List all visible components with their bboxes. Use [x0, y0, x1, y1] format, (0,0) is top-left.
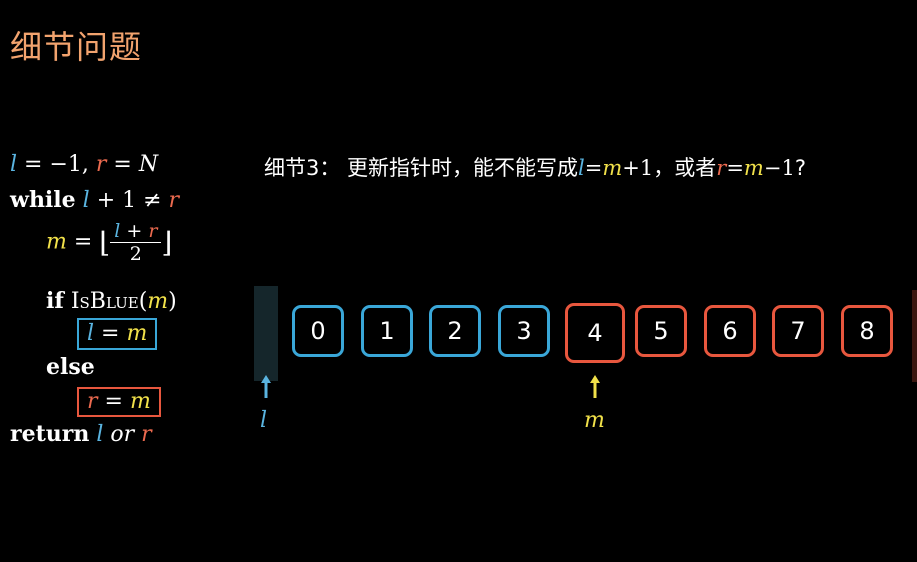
- if-line: if IsBlue(m): [46, 288, 177, 314]
- var-m: m: [46, 229, 67, 255]
- else-line: else: [46, 351, 95, 384]
- mid-line: m = ⌊ l + r 2 ⌋: [46, 220, 172, 265]
- var-l: l: [82, 188, 90, 213]
- var-r: r: [148, 220, 158, 242]
- m-pointer-arrow: [589, 373, 601, 399]
- array-cell-2: 2: [429, 305, 481, 357]
- plus: +: [120, 220, 149, 242]
- fraction-numerator: l + r: [110, 220, 162, 243]
- isblue-function: IsBlue: [70, 289, 139, 314]
- assign-l-line: l = m: [77, 317, 158, 350]
- var-r: r: [95, 152, 107, 177]
- var-r: r: [716, 156, 727, 180]
- var-r: r: [168, 188, 180, 213]
- array-cell-5: 5: [635, 305, 687, 357]
- var-m: m: [126, 321, 148, 346]
- assign-r-line: r = m: [77, 385, 161, 418]
- fraction-denominator: 2: [129, 243, 142, 265]
- if-keyword: if: [46, 288, 64, 314]
- var-l: l: [578, 156, 585, 180]
- init-line: l = −1, r = N: [10, 148, 158, 181]
- question-suffix: ?: [794, 156, 806, 180]
- init-eq1: = −1,: [17, 152, 96, 177]
- mid-fraction: l + r2: [110, 220, 162, 265]
- array-cell-1: 1: [361, 305, 413, 357]
- var-m: m: [129, 389, 151, 414]
- assign-r-box: r = m: [77, 387, 161, 417]
- l-pointer-arrow: [260, 373, 272, 399]
- or-word: or: [103, 422, 142, 447]
- while-line: while l + 1 ≠ r: [10, 184, 179, 217]
- l-pointer-label: l: [260, 408, 268, 433]
- var-m: m: [743, 156, 764, 180]
- while-keyword: while: [10, 187, 76, 213]
- eq: =: [584, 156, 603, 180]
- else-keyword: else: [46, 354, 95, 380]
- floor-left: ⌊: [99, 226, 111, 259]
- left-sentinel-bar: [254, 286, 278, 381]
- array-cell-6: 6: [704, 305, 756, 357]
- eq: =: [726, 156, 744, 180]
- array-cell-8: 8: [841, 305, 893, 357]
- minus-one: −1: [763, 156, 795, 180]
- var-m: m: [602, 156, 623, 180]
- array-cell-4: 4: [565, 303, 625, 363]
- array-cell-0: 0: [292, 305, 344, 357]
- page-title: 细节问题: [10, 28, 143, 66]
- plus-one: +1: [622, 156, 654, 180]
- question-middle: ，或者: [653, 156, 717, 180]
- var-m: m: [147, 289, 169, 314]
- return-line: return l or r: [10, 418, 152, 451]
- assign-eq: =: [94, 321, 127, 346]
- assign-eq: =: [97, 389, 130, 414]
- init-eq2: = N: [106, 152, 159, 177]
- var-r: r: [87, 389, 98, 414]
- m-pointer-label: m: [584, 408, 605, 433]
- floor-right: ⌋: [161, 226, 173, 259]
- return-keyword: return: [10, 421, 90, 447]
- var-r: r: [141, 422, 152, 447]
- mid-eq: =: [66, 229, 100, 255]
- assign-l-box: l = m: [77, 318, 158, 350]
- question-prefix: 细节3： 更新指针时，能不能写成: [264, 156, 579, 180]
- var-l: l: [10, 152, 18, 177]
- question-text: 细节3： 更新指针时，能不能写成l=m+1，或者r=m−1?: [264, 152, 806, 182]
- right-sentinel-bar: [912, 290, 917, 382]
- array-cell-3: 3: [498, 305, 550, 357]
- while-cond: + 1 ≠: [89, 188, 169, 213]
- array-cell-7: 7: [772, 305, 824, 357]
- var-l: l: [87, 321, 95, 346]
